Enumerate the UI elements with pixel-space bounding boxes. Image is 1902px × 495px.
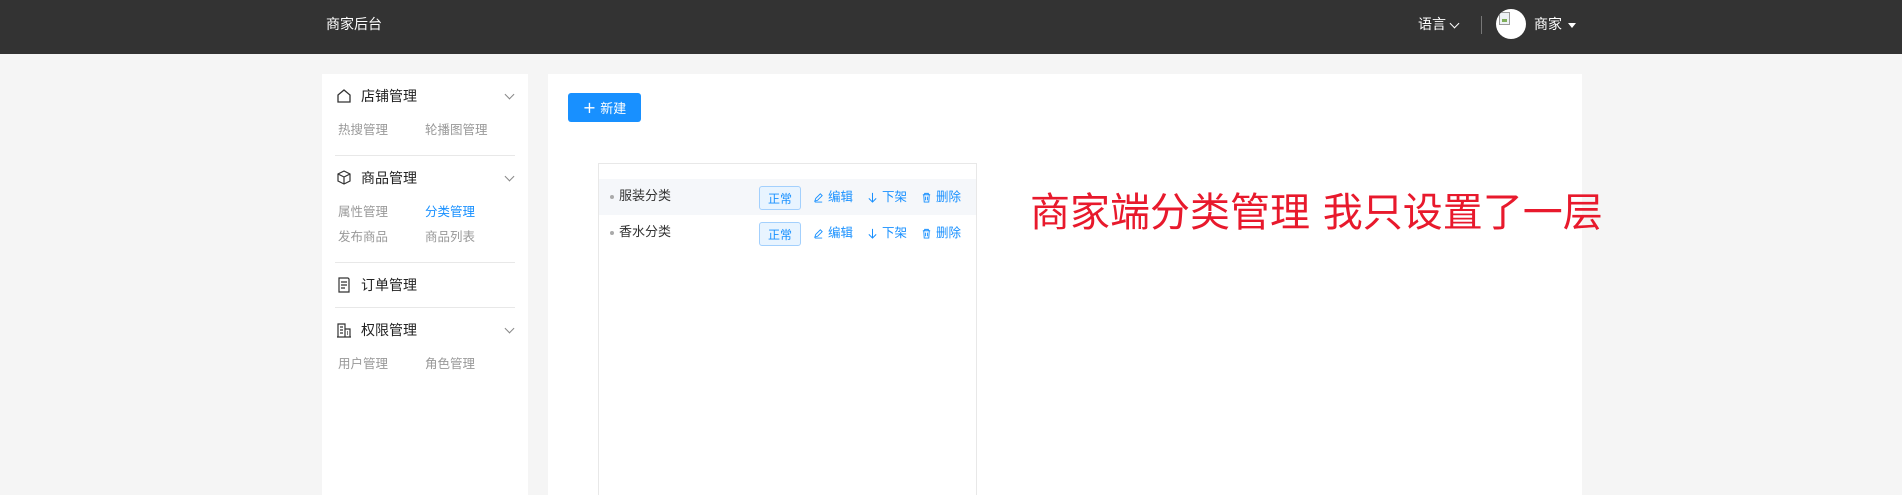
- sidebar-item-goods-list[interactable]: 商品列表: [425, 229, 475, 245]
- caret-down-icon: [1568, 22, 1576, 28]
- sidebar-group-title: 权限管理: [361, 323, 417, 339]
- edit-button[interactable]: 编辑: [813, 188, 853, 206]
- sidebar: 店铺管理 热搜管理 轮播图管理 商品管理 属性管理 分类管理 发布商品 商品列表…: [322, 74, 528, 495]
- offshelf-label: 下架: [882, 225, 908, 240]
- annotation-text: 商家端分类管理 我只设置了一层: [1030, 190, 1603, 236]
- delete-button[interactable]: 删除: [921, 224, 961, 242]
- offshelf-button[interactable]: 下架: [867, 224, 907, 242]
- new-button-label: 新建: [600, 102, 627, 117]
- sidebar-group-permissions[interactable]: 权限管理: [335, 318, 515, 342]
- status-tag: 正常: [759, 186, 801, 210]
- tree-node[interactable]: 香水分类 正常 编辑 下架 删除: [599, 215, 976, 251]
- trash-icon: [922, 192, 931, 203]
- bullet-icon: [610, 231, 614, 235]
- edit-label: 编辑: [828, 189, 854, 204]
- offshelf-label: 下架: [882, 189, 908, 204]
- plus-icon: +: [582, 97, 597, 117]
- arrow-down-icon: [868, 192, 877, 203]
- top-navbar: 商家后台 语言 商家: [0, 0, 1902, 54]
- sidebar-group-shop[interactable]: 店铺管理: [335, 84, 515, 108]
- sidebar-item-carousel[interactable]: 轮播图管理: [425, 122, 488, 138]
- category-tree: 服装分类 正常 编辑 下架 删除 香水分类 正常 编辑 下架 删除: [598, 163, 977, 495]
- sidebar-group-title: 订单管理: [361, 278, 417, 294]
- delete-button[interactable]: 删除: [921, 188, 961, 206]
- edit-icon: [814, 228, 823, 239]
- sidebar-item-categories[interactable]: 分类管理: [425, 204, 475, 220]
- divider: [335, 262, 515, 263]
- bullet-icon: [610, 195, 614, 199]
- chevron-down-icon: [504, 171, 515, 182]
- main-content: + 新建 服装分类 正常 编辑 下架 删除 香水分类 正常 编辑 下架 删除: [548, 74, 1582, 495]
- chevron-down-icon: [1449, 18, 1460, 28]
- sidebar-group-goods[interactable]: 商品管理: [335, 166, 515, 190]
- chevron-down-icon: [504, 323, 515, 334]
- header-divider: [1481, 16, 1482, 34]
- sidebar-item-users[interactable]: 用户管理: [338, 356, 388, 372]
- sidebar-group-title: 商品管理: [361, 171, 417, 187]
- sidebar-item-attributes[interactable]: 属性管理: [338, 204, 388, 220]
- user-menu[interactable]: 商家: [1534, 15, 1576, 35]
- broken-image-icon: [1499, 12, 1510, 25]
- offshelf-button[interactable]: 下架: [867, 188, 907, 206]
- language-selector[interactable]: 语言: [1418, 15, 1460, 35]
- delete-label: 删除: [936, 189, 962, 204]
- tree-node[interactable]: 服装分类 正常 编辑 下架 删除: [599, 179, 976, 215]
- sidebar-item-hot-search[interactable]: 热搜管理: [338, 122, 388, 138]
- arrow-down-icon: [868, 228, 877, 239]
- sidebar-group-orders[interactable]: 订单管理: [335, 273, 515, 297]
- home-icon: [337, 89, 351, 103]
- new-button[interactable]: + 新建: [568, 93, 641, 122]
- trash-icon: [922, 228, 931, 239]
- sidebar-group-title: 店铺管理: [361, 89, 417, 105]
- chevron-down-icon: [504, 89, 515, 100]
- divider: [335, 307, 515, 308]
- language-label: 语言: [1418, 17, 1446, 33]
- sidebar-item-publish-goods[interactable]: 发布商品: [338, 229, 388, 245]
- category-name[interactable]: 香水分类: [619, 224, 671, 242]
- delete-label: 删除: [936, 225, 962, 240]
- divider: [335, 155, 515, 156]
- edit-label: 编辑: [828, 225, 854, 240]
- edit-button[interactable]: 编辑: [813, 224, 853, 242]
- box-icon: [337, 170, 351, 185]
- sidebar-item-roles[interactable]: 角色管理: [425, 356, 475, 372]
- building-icon: [337, 323, 351, 338]
- app-brand[interactable]: 商家后台: [326, 15, 382, 35]
- order-icon: [338, 277, 350, 293]
- avatar[interactable]: [1496, 9, 1526, 39]
- edit-icon: [814, 192, 823, 203]
- status-tag: 正常: [759, 222, 801, 246]
- user-name: 商家: [1534, 17, 1562, 33]
- category-name[interactable]: 服装分类: [619, 188, 671, 206]
